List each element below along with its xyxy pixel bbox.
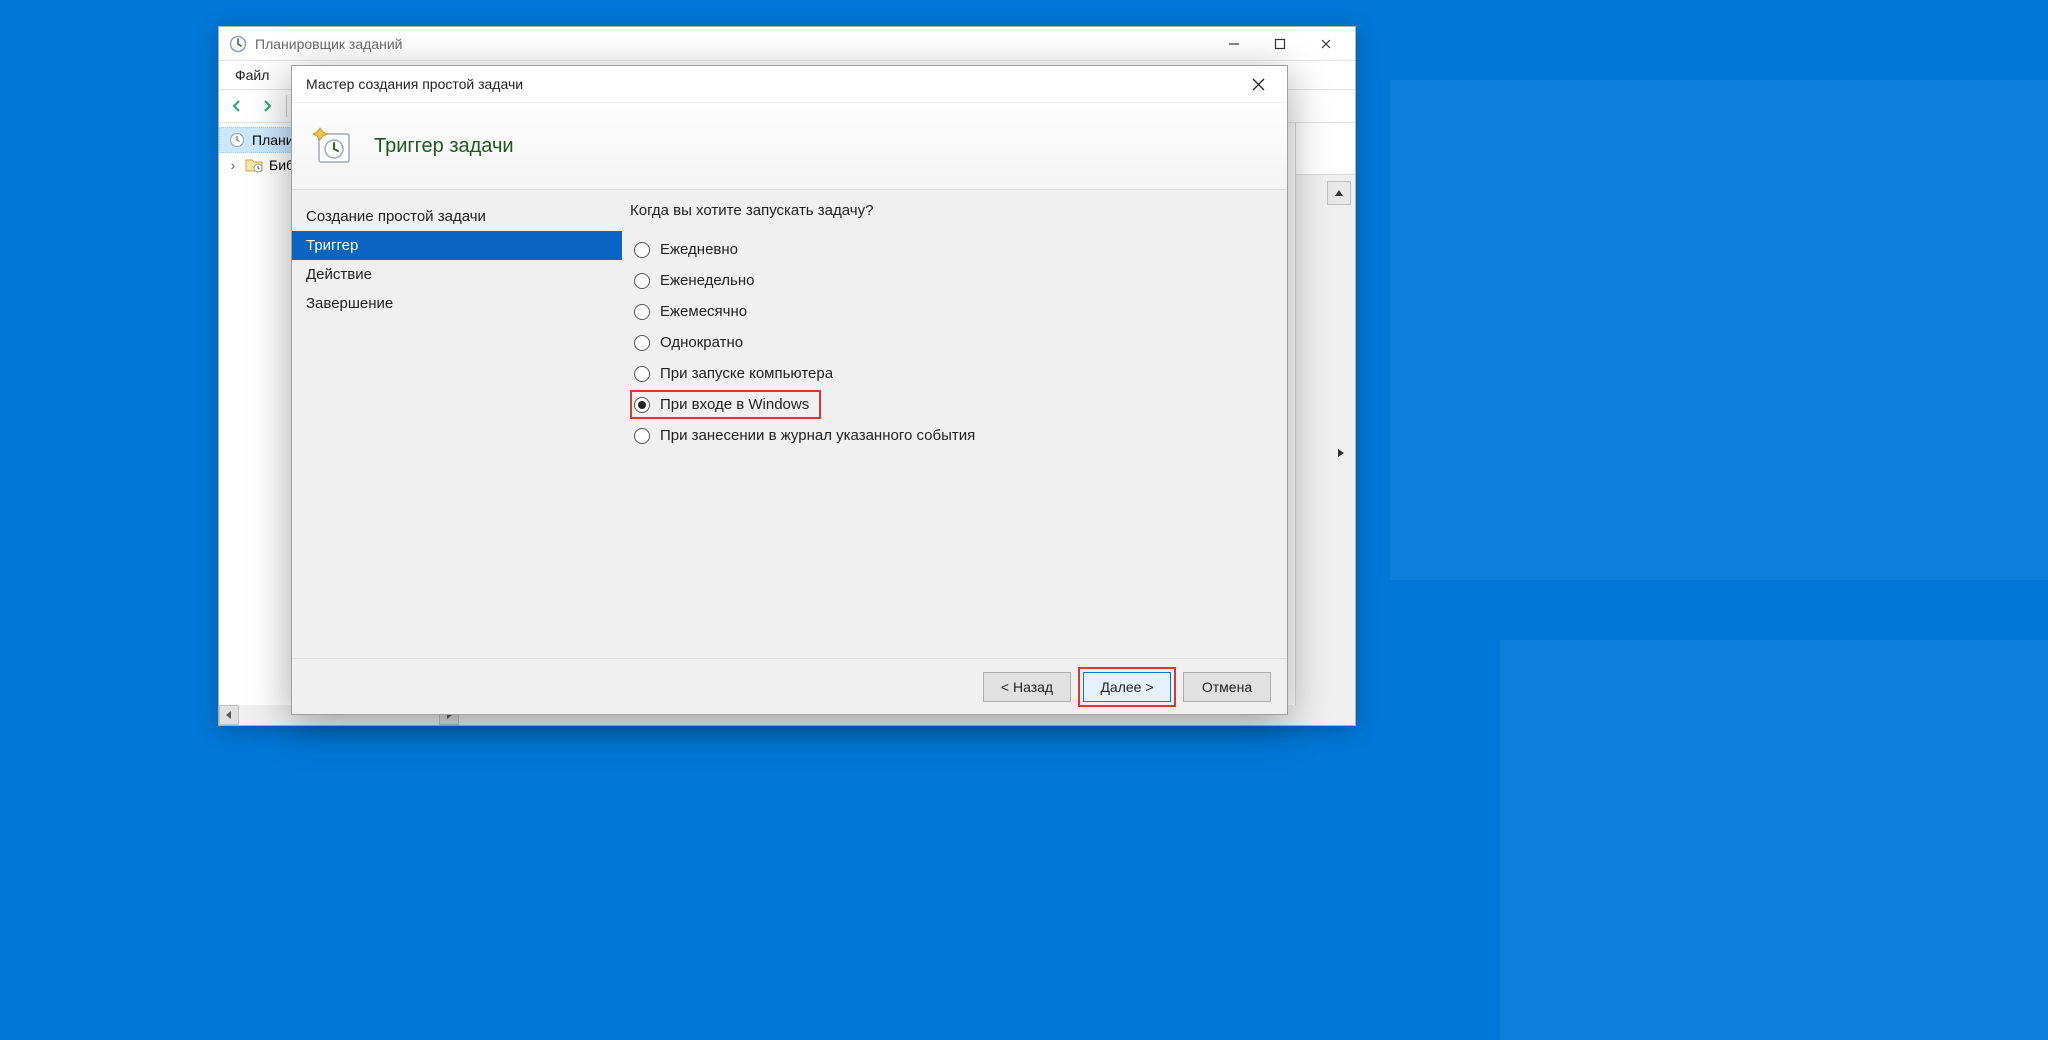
option-startup[interactable]: При запуске компьютера: [630, 359, 1269, 388]
option-event[interactable]: При занесении в журнал указанного событи…: [630, 421, 1269, 450]
folder-clock-icon: [245, 156, 263, 174]
radio-checked-icon: [634, 397, 650, 413]
wizard-header-title: Триггер задачи: [374, 135, 514, 158]
step-action[interactable]: Действие: [292, 260, 622, 289]
clock-icon: [228, 131, 246, 149]
trigger-question: Когда вы хотите запускать задачу?: [630, 202, 1269, 219]
menu-file[interactable]: Файл: [227, 65, 277, 85]
nav-back-button[interactable]: [223, 92, 251, 120]
window-title: Планировщик заданий: [255, 36, 1211, 52]
wizard-content: Когда вы хотите запускать задачу? Ежедне…: [622, 190, 1287, 658]
option-once-label: Однократно: [660, 334, 743, 351]
scroll-up-button[interactable]: [1327, 181, 1351, 205]
option-weekly[interactable]: Еженедельно: [630, 266, 1269, 295]
option-once[interactable]: Однократно: [630, 328, 1269, 357]
actions-pane: [1295, 123, 1355, 725]
option-logon-label: При входе в Windows: [660, 396, 809, 413]
option-daily[interactable]: Ежедневно: [630, 235, 1269, 264]
maximize-button[interactable]: [1257, 29, 1303, 59]
cancel-button[interactable]: Отмена: [1183, 672, 1271, 702]
step-finish[interactable]: Завершение: [292, 289, 622, 318]
wizard-body: Создание простой задачи Триггер Действие…: [292, 190, 1287, 658]
radio-icon: [634, 304, 650, 320]
toolbar-separator: [286, 95, 287, 117]
expand-arrow-icon[interactable]: [1331, 443, 1351, 463]
radio-icon: [634, 335, 650, 351]
next-button[interactable]: Далее >: [1083, 672, 1171, 702]
option-startup-label: При запуске компьютера: [660, 365, 833, 382]
wizard-dialog: Мастер создания простой задачи Триггер з…: [291, 65, 1288, 715]
clock-icon: [229, 35, 247, 53]
scroll-left-button[interactable]: [219, 705, 239, 725]
nav-forward-button[interactable]: [253, 92, 281, 120]
option-monthly-label: Ежемесячно: [660, 303, 747, 320]
radio-icon: [634, 273, 650, 289]
task-new-icon: [310, 123, 356, 169]
wizard-steps: Создание простой задачи Триггер Действие…: [292, 190, 622, 658]
wizard-header: Триггер задачи: [292, 102, 1287, 190]
close-button[interactable]: [1303, 29, 1349, 59]
option-monthly[interactable]: Ежемесячно: [630, 297, 1269, 326]
option-daily-label: Ежедневно: [660, 241, 738, 258]
option-weekly-label: Еженедельно: [660, 272, 754, 289]
wizard-close-button[interactable]: [1237, 69, 1279, 99]
back-button[interactable]: < Назад: [983, 672, 1071, 702]
option-event-label: При занесении в журнал указанного событи…: [660, 427, 975, 444]
step-create[interactable]: Создание простой задачи: [292, 202, 622, 231]
radio-icon: [634, 242, 650, 258]
option-logon[interactable]: При входе в Windows: [630, 390, 821, 419]
titlebar: Планировщик заданий: [219, 27, 1355, 61]
radio-icon: [634, 366, 650, 382]
chevron-right-icon[interactable]: ›: [227, 157, 239, 173]
actions-header: [1296, 123, 1355, 175]
step-trigger[interactable]: Триггер: [292, 231, 622, 260]
wizard-title: Мастер создания простой задачи: [306, 76, 1237, 92]
minimize-button[interactable]: [1211, 29, 1257, 59]
wizard-footer: < Назад Далее > Отмена: [292, 658, 1287, 714]
wizard-titlebar: Мастер создания простой задачи: [292, 66, 1287, 102]
radio-icon: [634, 428, 650, 444]
